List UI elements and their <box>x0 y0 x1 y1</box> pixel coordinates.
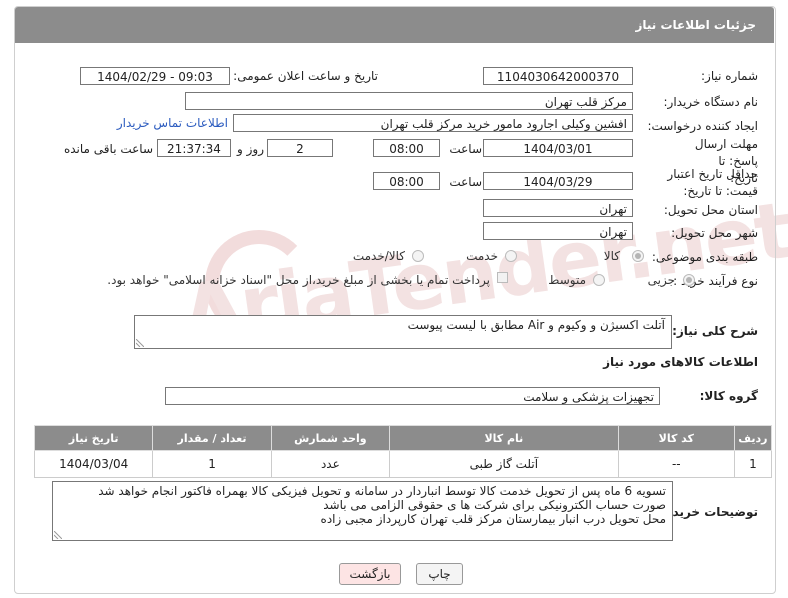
announce-field[interactable]: 1404/02/29 - 09:03 <box>80 67 230 85</box>
table-row[interactable]: 1 -- آتلت گاز طبی عدد 1 1404/03/04 <box>33 450 773 478</box>
description-text: آتلت اکسیژن و وکیوم و Air مطابق با لیست … <box>407 318 665 332</box>
province-field[interactable]: تهران <box>483 199 633 217</box>
category-radio-goods[interactable] <box>632 250 644 262</box>
buyer-notes-textarea[interactable]: تسویه 6 ماه پس از تحویل خدمت کالا توسط ا… <box>52 481 673 541</box>
category-option-both: کالا/خدمت <box>352 249 405 263</box>
need-number-label: شماره نیاز: <box>701 69 758 83</box>
print-button[interactable]: چاپ <box>416 563 463 585</box>
requester-field[interactable]: افشین وکیلی اجارود مامور خرید مرکز قلب ت… <box>233 114 633 132</box>
days-label: روز و <box>237 142 264 156</box>
city-field[interactable]: تهران <box>483 222 633 240</box>
remaining-label: ساعت باقی مانده <box>63 142 153 156</box>
process-option-medium: متوسط <box>548 273 586 287</box>
treasury-checkbox[interactable] <box>497 272 508 283</box>
days-field[interactable]: 2 <box>267 139 333 157</box>
city-label: شهر محل تحویل: <box>671 226 758 240</box>
buyer-notes-line: تسویه 6 ماه پس از تحویل خدمت کالا توسط ا… <box>98 484 666 498</box>
process-radio-medium[interactable] <box>593 274 605 286</box>
goods-section-title: اطلاعات کالاهای مورد نیاز <box>603 355 758 369</box>
description-label: شرح کلی نیاز: <box>672 324 758 338</box>
cell-quantity: 1 <box>152 450 272 478</box>
announce-label: تاریخ و ساعت اعلان عمومی: <box>233 69 378 83</box>
reply-time-label: ساعت <box>449 142 482 156</box>
contact-info-link[interactable]: اطلاعات تماس خریدار <box>117 116 228 130</box>
category-radio-service[interactable] <box>505 250 517 262</box>
goods-group-label: گروه کالا: <box>699 389 758 403</box>
buyer-org-label: نام دستگاه خریدار: <box>663 95 759 109</box>
treasury-note: پرداخت تمام یا بخشی از مبلغ خرید،از محل … <box>107 273 490 287</box>
cell-name: آتلت گاز طبی <box>389 450 619 478</box>
category-option-service: خدمت <box>466 249 498 263</box>
goods-group-field[interactable]: تجهیزات پزشکی و سلامت <box>165 387 660 405</box>
cell-code: -- <box>617 450 735 478</box>
buyer-notes-line: صورت حساب الکترونیکی برای شرکت ها ی حقوق… <box>323 498 666 512</box>
resize-handle-icon[interactable] <box>136 339 144 347</box>
reply-date-field[interactable]: 1404/03/01 <box>483 139 633 157</box>
cell-need-date: 1404/03/04 <box>33 450 154 478</box>
need-number-field[interactable]: 1104030642000370 <box>483 67 633 85</box>
validity-time-field[interactable]: 08:00 <box>373 172 440 190</box>
col-code: کد کالا <box>617 425 735 451</box>
validity-date-field[interactable]: 1404/03/29 <box>483 172 633 190</box>
reply-time-field[interactable]: 08:00 <box>373 139 440 157</box>
cell-unit: عدد <box>270 450 391 478</box>
category-label: طبقه بندی موضوعی: <box>651 250 758 264</box>
category-radio-both[interactable] <box>412 250 424 262</box>
resize-handle-icon[interactable] <box>54 531 62 539</box>
back-button[interactable]: بازگشت <box>339 563 401 585</box>
buyer-org-field[interactable]: مرکز قلب تهران <box>185 92 633 110</box>
buyer-notes-line: محل تحویل درب انبار بیمارستان مرکز قلب ت… <box>320 512 666 526</box>
process-option-minor: جزیی <box>647 273 675 287</box>
validity-time-label: ساعت <box>449 175 482 189</box>
province-label: استان محل تحویل: <box>663 203 758 217</box>
requester-label: ایجاد کننده درخواست: <box>647 119 758 133</box>
category-option-goods: کالا <box>603 249 620 263</box>
col-need-date: تاریخ نیاز <box>33 425 154 451</box>
cell-row: 1 <box>733 450 773 478</box>
col-unit: واحد شمارش <box>270 425 391 451</box>
description-textarea[interactable]: آتلت اکسیژن و وکیوم و Air مطابق با لیست … <box>134 315 672 349</box>
process-radio-minor[interactable] <box>683 274 695 286</box>
col-quantity: تعداد / مقدار <box>152 425 272 451</box>
goods-table: ردیف کد کالا نام کالا واحد شمارش تعداد /… <box>33 425 773 478</box>
panel-header: جزئیات اطلاعات نیاز <box>15 7 774 43</box>
col-name: نام کالا <box>389 425 619 451</box>
remaining-time-field[interactable]: 21:37:34 <box>157 139 231 157</box>
col-row: ردیف <box>733 425 773 451</box>
validity-label: حداقل تاریخ اعتبار قیمت: تا تاریخ: <box>667 167 758 198</box>
panel-title: جزئیات اطلاعات نیاز <box>635 18 756 32</box>
